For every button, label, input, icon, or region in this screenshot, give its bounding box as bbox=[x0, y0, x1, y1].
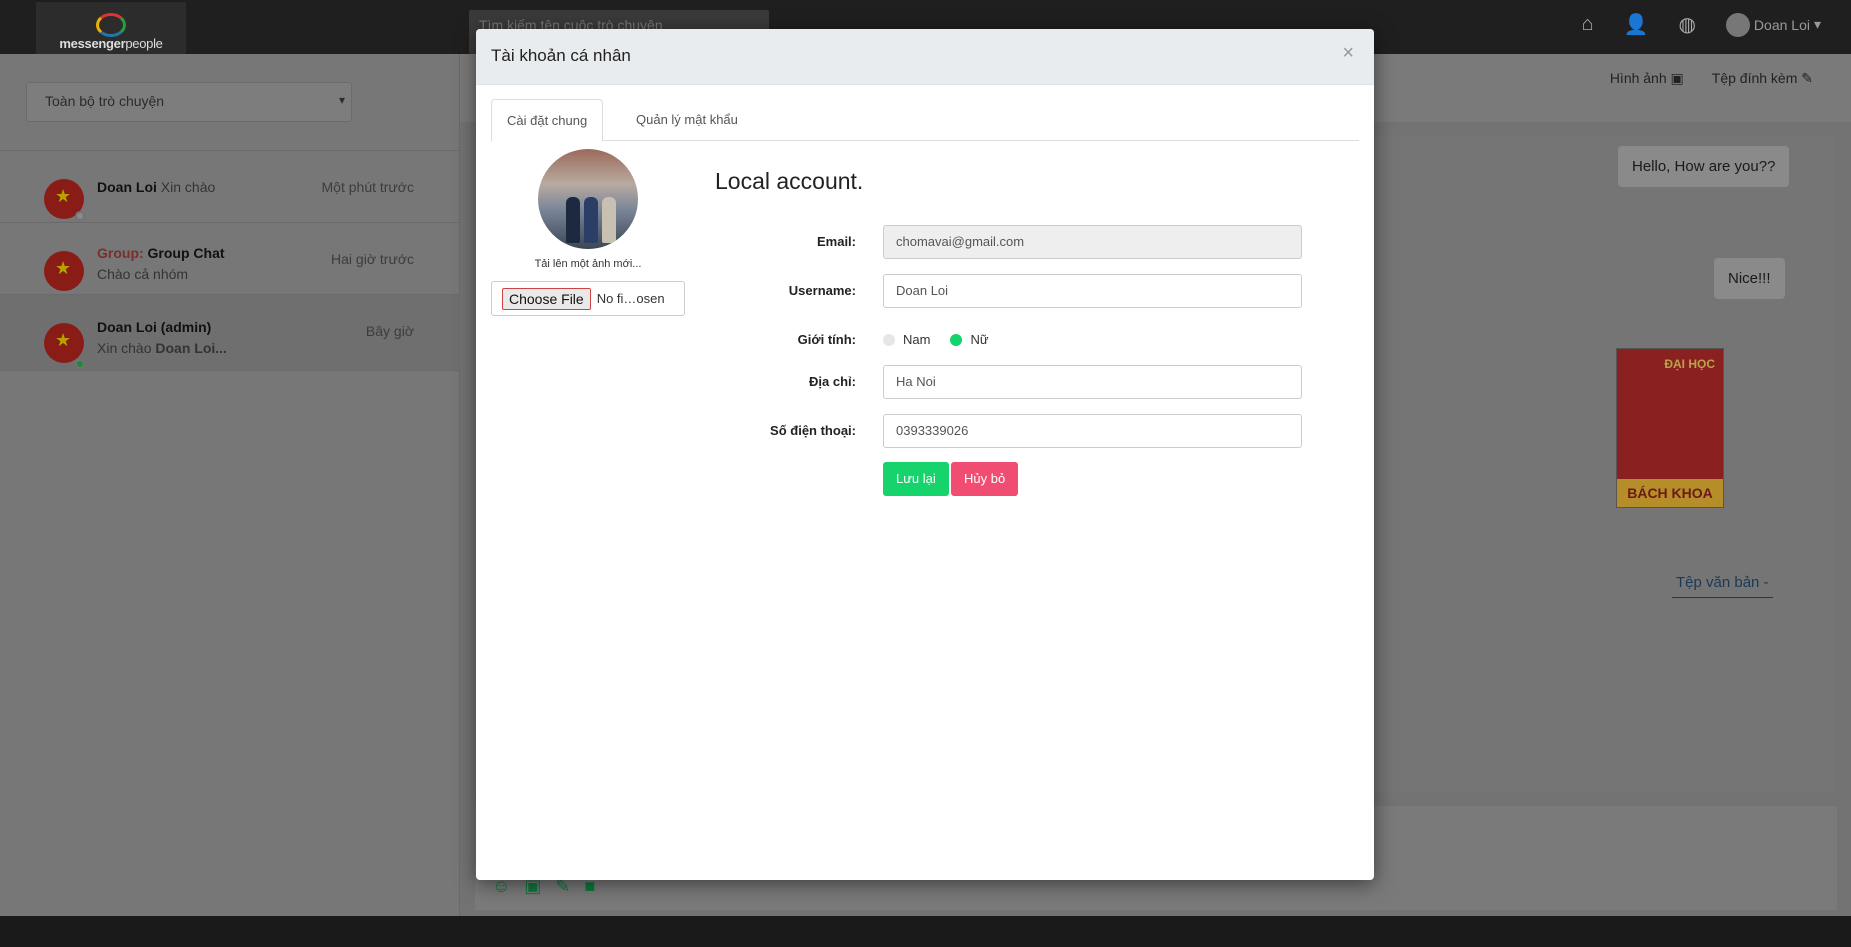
username-field[interactable]: Doan Loi bbox=[883, 274, 1302, 308]
user-menu[interactable]: Doan Loi ▾ bbox=[1725, 12, 1821, 37]
user-name: Doan Loi bbox=[1753, 16, 1810, 33]
conversation-preview: Xin chào bbox=[97, 340, 152, 356]
conversation-time: Hai giờ trước bbox=[331, 251, 414, 267]
vietnam-flag-avatar bbox=[44, 251, 84, 291]
vietnam-flag-avatar bbox=[44, 323, 84, 363]
conversation-name: Doan Loi bbox=[97, 179, 157, 195]
email-field[interactable]: chomavai@gmail.com bbox=[883, 225, 1302, 259]
paperclip-icon: ✎ bbox=[1801, 70, 1813, 86]
conversation-name: Doan Loi (admin) bbox=[97, 319, 212, 335]
address-field[interactable]: Ha Noi bbox=[883, 365, 1302, 399]
group-prefix: Group: bbox=[97, 245, 144, 261]
image-text-top: ĐẠI HỌC bbox=[1664, 357, 1715, 371]
message-bubble: Nice!!! bbox=[1714, 258, 1785, 299]
logo-ring-icon bbox=[96, 13, 126, 37]
username-row: Username: Doan Loi bbox=[476, 274, 1374, 308]
gender-male-radio[interactable]: Nam bbox=[883, 332, 930, 347]
phone-label: Số điện thoại: bbox=[770, 423, 856, 438]
close-icon[interactable]: × bbox=[1342, 42, 1354, 65]
cancel-button[interactable]: Hủy bỏ bbox=[951, 462, 1019, 496]
phone-field[interactable]: 0393339026 bbox=[883, 414, 1302, 448]
username-label: Username: bbox=[788, 283, 856, 298]
caret-down-icon: ▾ bbox=[1813, 16, 1821, 32]
logo-text: messenger bbox=[59, 36, 126, 51]
address-row: Địa chỉ: Ha Noi bbox=[476, 365, 1374, 399]
conversation-time: Một phút trước bbox=[321, 179, 414, 195]
conversation-item[interactable]: Group: Group Chat Chào cả nhóm Hai giờ t… bbox=[0, 223, 460, 295]
bottom-bar bbox=[0, 916, 1851, 947]
bach-khoa-logo-image[interactable]: ĐẠI HỌC BÁCH KHOA bbox=[1616, 348, 1724, 508]
images-link-label: Hình ảnh bbox=[1609, 70, 1667, 86]
upload-caption: Tải lên một ảnh mới... bbox=[534, 258, 642, 270]
modal-tabs: Cài đặt chung Quản lý mật khẩu bbox=[491, 99, 1359, 142]
tab-general-settings[interactable]: Cài đặt chung bbox=[491, 99, 604, 142]
email-label: Email: bbox=[816, 234, 856, 249]
gender-female-radio[interactable]: Nữ bbox=[950, 332, 989, 347]
app-logo[interactable]: messengerpeople bbox=[36, 2, 186, 54]
modal-header: Tài khoản cá nhân × bbox=[476, 29, 1374, 85]
radio-selected-icon bbox=[950, 333, 963, 346]
conversation-filter-select[interactable]: Toàn bộ trò chuyện bbox=[26, 82, 352, 122]
radio-unselected-icon bbox=[883, 333, 895, 346]
conversation-preview: Chào cả nhóm bbox=[97, 266, 189, 282]
conversation-preview: Xin chào bbox=[160, 179, 216, 195]
email-row: Email: chomavai@gmail.com bbox=[476, 225, 1374, 259]
personal-account-modal: Tài khoản cá nhân × Cài đặt chung Quản l… bbox=[476, 29, 1374, 880]
image-icon: ▣ bbox=[1670, 70, 1684, 86]
conversation-list: Doan Loi Xin chào Một phút trước Group: … bbox=[0, 150, 460, 371]
home-icon[interactable]: ⌂ bbox=[1581, 13, 1593, 36]
gender-female-label: Nữ bbox=[970, 332, 989, 347]
online-status-dot bbox=[75, 359, 85, 369]
gender-male-label: Nam bbox=[903, 332, 931, 347]
logo-text-light: people bbox=[125, 36, 163, 51]
attachments-link[interactable]: Tệp đính kèm ✎ bbox=[1712, 70, 1813, 87]
attachments-link-label: Tệp đính kèm bbox=[1711, 70, 1798, 86]
save-button[interactable]: Lưu lại bbox=[883, 462, 949, 496]
images-link[interactable]: Hình ảnh ▣ bbox=[1610, 70, 1684, 87]
conversation-time: Bây giờ bbox=[365, 323, 414, 339]
file-attachment-link[interactable]: Tệp văn bản - bbox=[1672, 574, 1773, 598]
message-bubble: Hello, How are you?? bbox=[1618, 146, 1790, 187]
modal-title: Tài khoản cá nhân bbox=[491, 46, 631, 65]
address-label: Địa chỉ: bbox=[809, 374, 856, 389]
phone-row: Số điện thoại: 0393339026 bbox=[476, 414, 1374, 448]
gender-label: Giới tính: bbox=[797, 332, 856, 347]
add-user-icon[interactable]: 👤 bbox=[1624, 12, 1649, 37]
globe-icon[interactable]: ◍ bbox=[1678, 12, 1695, 37]
avatar bbox=[1725, 12, 1750, 37]
offline-status-dot bbox=[75, 211, 85, 221]
image-text-bottom: BÁCH KHOA bbox=[1617, 479, 1723, 507]
gender-row: Giới tính: Nam Nữ bbox=[476, 323, 1374, 357]
tab-password-management[interactable]: Quản lý mật khẩu bbox=[621, 99, 753, 141]
conversation-preview-bold: Doan Loi... bbox=[155, 340, 227, 356]
conversation-name: Group Chat bbox=[147, 245, 225, 261]
conversation-item[interactable]: Doan Loi Xin chào Một phút trước bbox=[0, 151, 460, 223]
form-heading: Local account. bbox=[715, 168, 864, 194]
conversation-item[interactable]: Doan Loi (admin) Xin chào Doan Loi... Bâ… bbox=[0, 295, 460, 371]
